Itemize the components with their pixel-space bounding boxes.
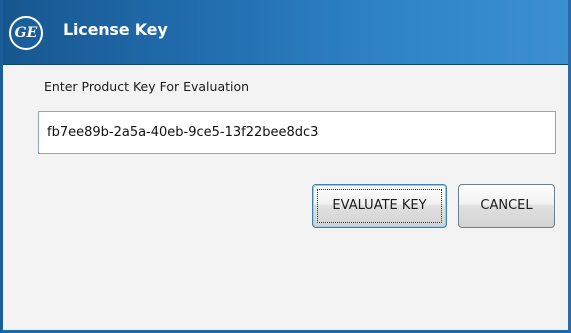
product-key-input[interactable]: [38, 111, 556, 154]
cancel-button[interactable]: CANCEL: [458, 184, 555, 228]
evaluate-key-button-label: EVALUATE KEY: [332, 198, 427, 213]
title-bar[interactable]: GE License Key: [3, 0, 568, 65]
product-key-label: Enter Product Key For Evaluation: [44, 79, 250, 94]
evaluate-key-button[interactable]: EVALUATE KEY: [312, 184, 447, 228]
window-title: License Key: [63, 20, 168, 39]
ge-logo-icon: GE: [9, 16, 43, 50]
cancel-button-label: CANCEL: [480, 198, 533, 213]
license-key-dialog: GE License Key Enter Product Key For Eva…: [0, 0, 571, 333]
